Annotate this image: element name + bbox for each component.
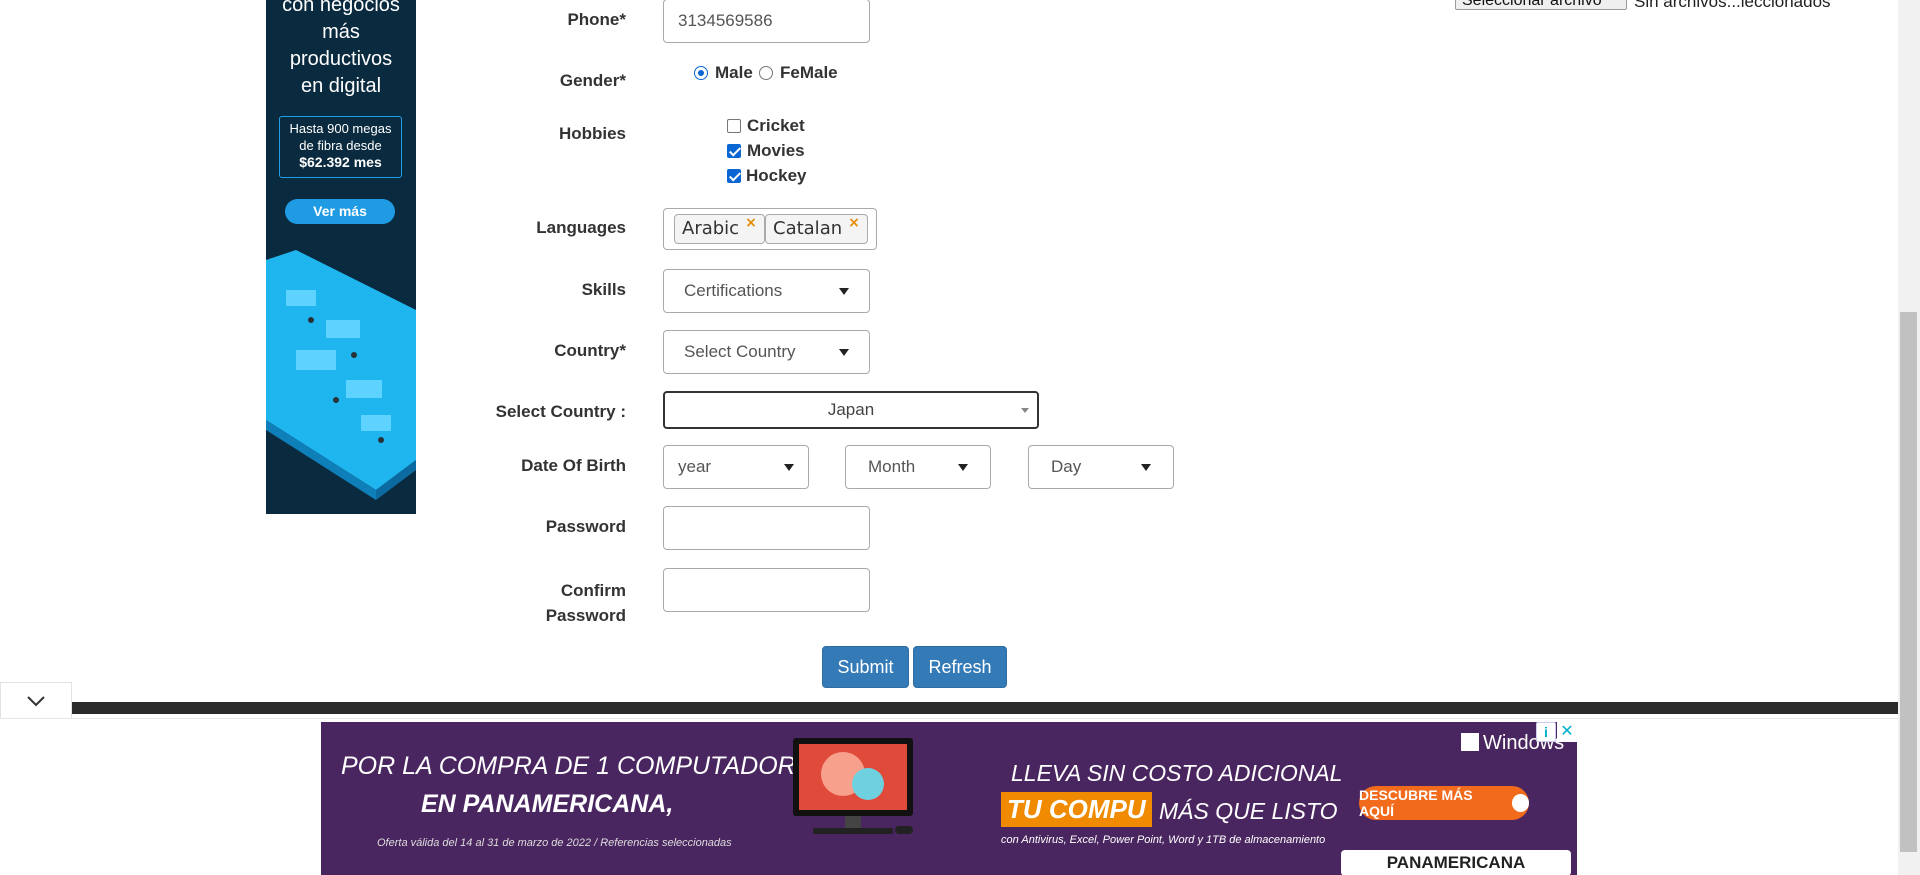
languages-label: Languages [536,218,626,237]
chevron-down-icon [958,463,968,471]
bottom-ad-cta-label: DESCUBRE MÁS AQUÍ [1359,787,1473,819]
bottom-ad-line: MÁS QUE LISTO [1159,798,1338,824]
select-country-combobox[interactable]: Japan [663,391,1039,429]
refresh-button[interactable]: Refresh [913,646,1007,688]
side-ad-heading-line: productivos [289,48,393,70]
dob-month-select[interactable]: Month [845,445,991,489]
bottom-ad-line: LLEVA SIN COSTO ADICIONAL [1011,760,1343,786]
chevron-down-icon [784,463,794,471]
ad-info-icon[interactable]: i [1536,722,1556,742]
hobby-movies-checkbox[interactable] [727,144,741,158]
side-ad-offer-box: Hasta 900 megas de fibra desde $62.392 m… [279,116,402,178]
skills-selected-value: Certifications [684,281,783,300]
language-tag-arabic: Arabic × [674,214,765,244]
confirm-password-input[interactable] [663,568,870,612]
gender-male-label: Male [715,63,753,82]
gender-male-radio[interactable] [694,66,708,80]
confirm-password-label: Confirm Password [386,578,626,628]
hobbies-label: Hobbies [558,124,626,143]
side-ad-offer-line: de fibra desde [299,138,382,153]
file-status-text: Sin archivos...leccionados [1634,0,1831,11]
cursor-icon [1511,794,1529,812]
gender-female-radio[interactable] [759,66,773,80]
skills-label: Skills [581,280,626,299]
select-country-value: Japan [827,400,875,419]
side-ad-offer-line: Hasta 900 megas [289,121,392,136]
dob-year-value: year [678,457,712,476]
scrollbar-thumb[interactable] [1900,312,1917,852]
skills-select[interactable]: Certifications [663,269,870,313]
footer-bar [72,702,1898,714]
windows-icon [1461,733,1479,751]
bottom-ad-fineprint: con Antivirus, Excel, Power Point, Word … [1001,834,1326,846]
language-tag-label: Catalan [773,218,843,239]
select-country-label: Select Country : [495,402,626,421]
language-tag-label: Arabic [682,218,740,239]
dob-year-select[interactable]: year [663,445,809,489]
gender-label: Gender* [559,71,626,90]
gender-female-label: FeMale [780,63,838,82]
phone-input[interactable]: 3134569586 [663,0,870,43]
dob-label: Date Of Birth [521,456,626,475]
bottom-ad-fineprint: Oferta válida del 14 al 31 de marzo de 2… [377,837,732,849]
language-tag-catalan: Catalan × [765,214,868,244]
chevron-down-icon [27,695,45,706]
bottom-ad-line: POR LA COMPRA DE 1 COMPUTADOR [341,752,796,780]
bottom-banner-ad[interactable]: POR LA COMPRA DE 1 COMPUTADOR EN PANAMER… [321,722,1577,875]
side-ad-offer-price: $62.392 mes [299,154,382,170]
ad-close-icon[interactable]: ✕ [1557,722,1577,742]
chevron-down-icon [839,348,849,356]
confirm-password-label-line: Confirm [560,581,626,600]
panamericana-logo: PANAMERICANA [1341,850,1571,875]
choose-file-button[interactable]: Seleccionar archivo [1455,0,1627,10]
country-label: Country* [554,341,626,360]
bottom-ad-highlight: TU COMPU [1001,792,1152,827]
languages-multiselect[interactable]: Arabic × Catalan × [663,208,877,250]
dob-day-value: Day [1051,457,1082,476]
chevron-down-icon [1141,463,1151,471]
chevron-down-icon [839,287,849,295]
password-label: Password [545,517,626,536]
phone-label: Phone* [567,10,626,29]
hobby-movies-label: Movies [747,141,805,160]
hobby-cricket-label: Cricket [747,116,805,135]
country-selected-value: Select Country [684,342,796,361]
hobby-hockey-checkbox[interactable] [727,169,741,183]
remove-tag-icon[interactable]: × [848,215,860,231]
submit-button[interactable]: Submit [822,646,909,688]
hobby-cricket-checkbox[interactable] [727,119,741,133]
side-ad-cta-button[interactable]: Ver más [285,199,395,224]
remove-tag-icon[interactable]: × [745,215,757,231]
dob-month-value: Month [868,457,916,476]
collapse-ad-button[interactable] [0,682,72,718]
computer-image [793,738,913,834]
chevron-down-icon [1021,407,1029,413]
confirm-password-label-line: Password [545,606,626,625]
bottom-ad-cta-button[interactable]: DESCUBRE MÁS AQUÍ [1359,786,1529,820]
password-input[interactable] [663,506,870,550]
dob-day-select[interactable]: Day [1028,445,1174,489]
country-select[interactable]: Select Country [663,330,870,374]
hobby-hockey-label: Hockey [746,166,807,185]
bottom-ad-line: EN PANAMERICANA, [421,790,674,818]
